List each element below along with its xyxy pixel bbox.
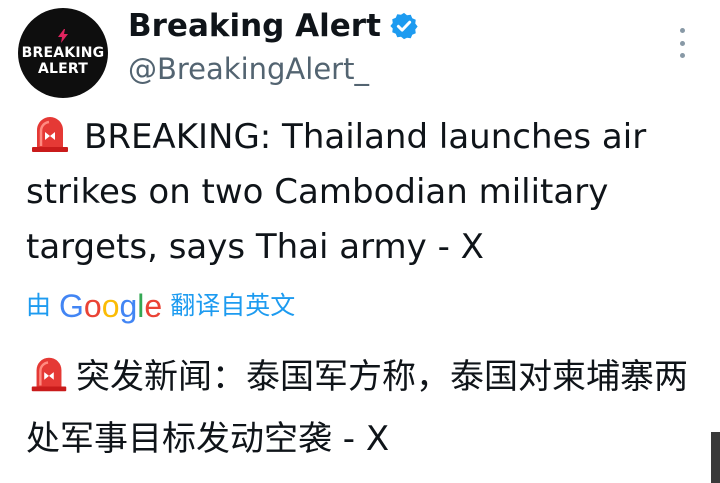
display-name-row: Breaking Alert xyxy=(128,6,419,46)
lightning-bolt-icon xyxy=(58,29,68,43)
more-dot xyxy=(679,53,685,58)
more-dot xyxy=(679,28,685,33)
translation-prefix: 由 xyxy=(26,291,52,320)
user-handle[interactable]: @BreakingAlert_ xyxy=(128,50,369,88)
scrollbar-thumb[interactable] xyxy=(711,432,720,483)
translation-attribution[interactable]: 由 Google 翻译自英文 xyxy=(26,288,295,324)
avatar-text-line1: BREAKING xyxy=(21,45,105,61)
tweet-body: BREAKING: Thailand launches air strikes … xyxy=(26,117,647,267)
translation-label: 翻译自英文 xyxy=(170,291,296,320)
tweet-text: BREAKING: Thailand launches air strikes … xyxy=(26,110,706,275)
siren-icon xyxy=(31,357,67,392)
avatar-text-line2: ALERT xyxy=(37,61,89,77)
tweet-card: BREAKING ALERT Breaking Alert @BreakingA… xyxy=(0,0,720,483)
more-options-icon[interactable] xyxy=(670,28,694,58)
verified-badge-icon[interactable] xyxy=(389,11,419,41)
translated-body: 突发新闻：泰国军方称，泰国对柬埔寨两处军事目标发动空袭 - X xyxy=(26,357,688,459)
translated-tweet-text: 突发新闻：泰国军方称，泰国对柬埔寨两处军事目标发动空袭 - X xyxy=(26,346,706,470)
display-name[interactable]: Breaking Alert xyxy=(128,6,381,46)
more-dot xyxy=(679,40,685,46)
google-logo: Google xyxy=(59,288,163,324)
avatar[interactable]: BREAKING ALERT xyxy=(18,8,108,98)
siren-icon xyxy=(32,117,68,152)
